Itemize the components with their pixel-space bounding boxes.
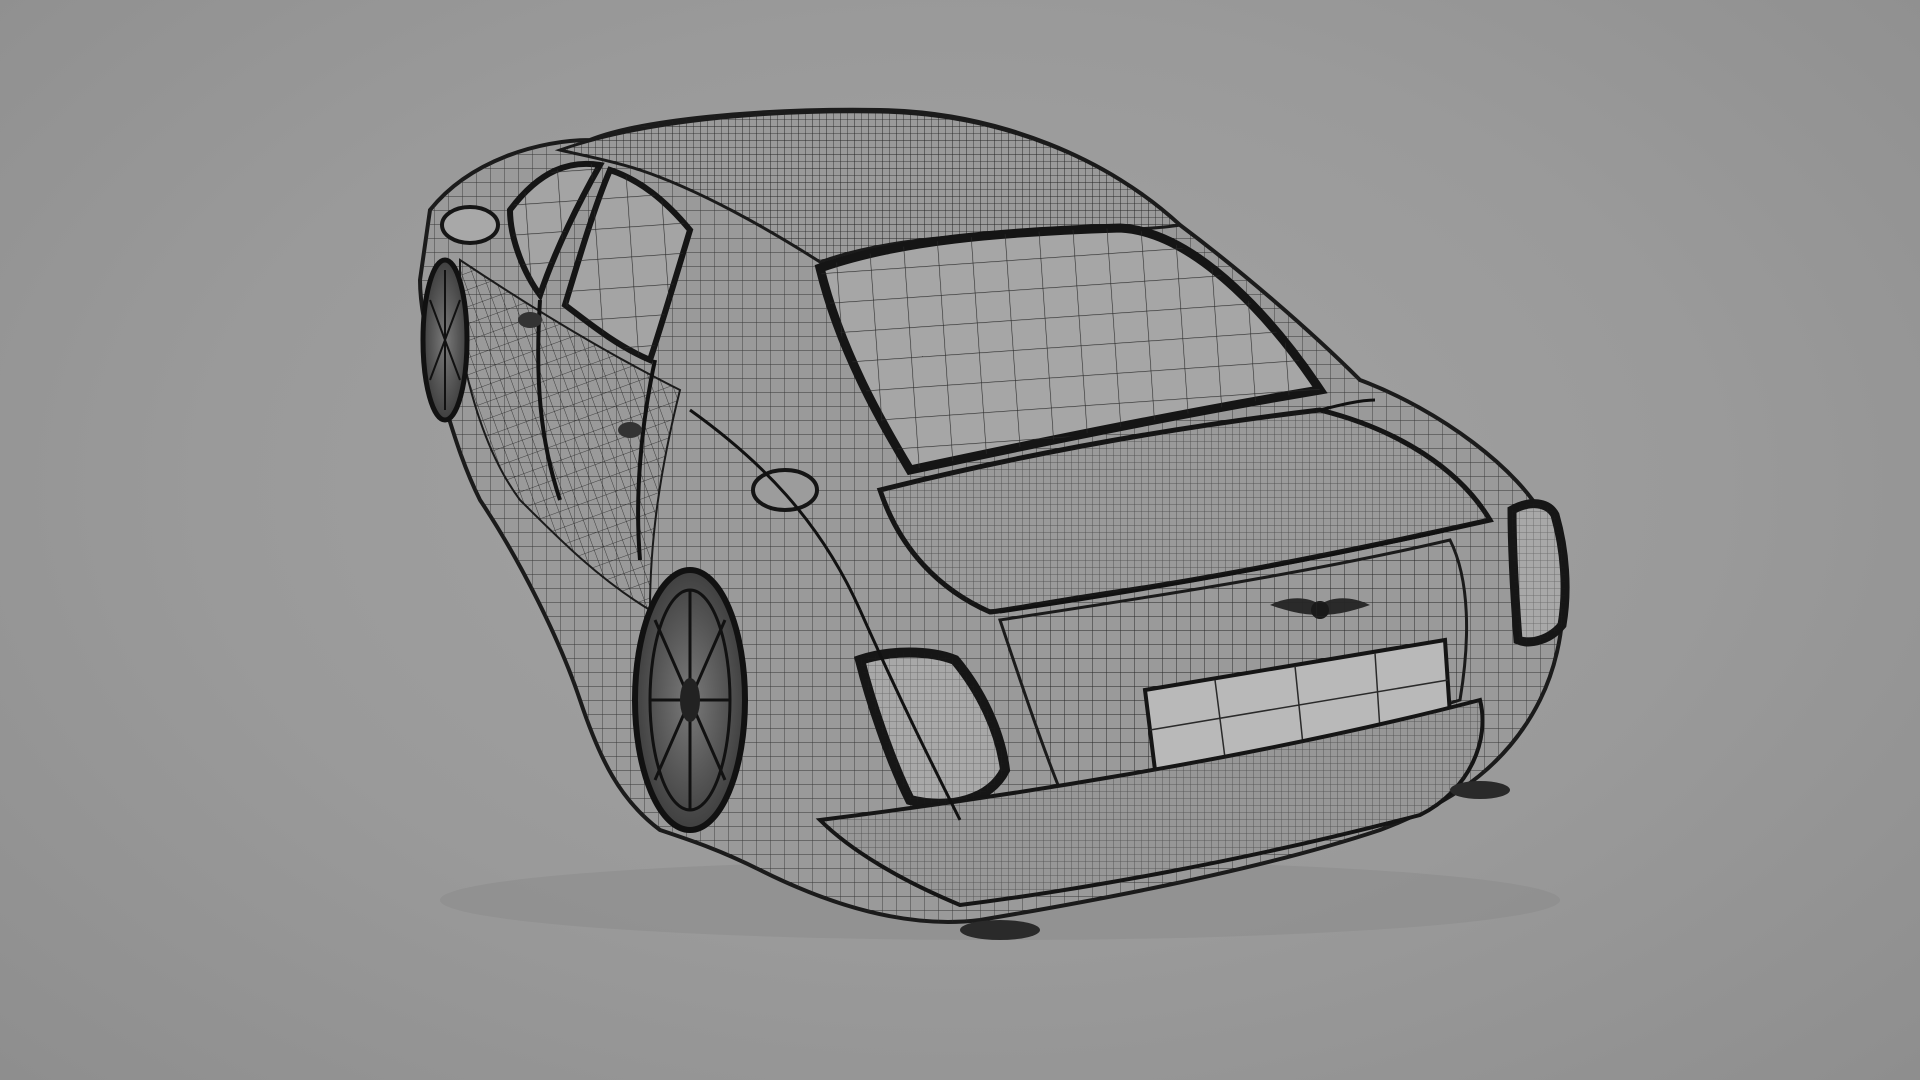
rear-wheel [632, 567, 748, 833]
render-viewport [0, 0, 1920, 1080]
door-handle-rear [618, 422, 642, 438]
exhaust-left [960, 920, 1040, 940]
car-wireframe-render [417, 107, 1570, 940]
door-handle [518, 312, 542, 328]
side-mirror [440, 205, 500, 245]
fuel-cap [751, 468, 819, 512]
tail-light-right [1507, 499, 1570, 647]
front-wheel [420, 257, 470, 423]
exhaust-right [1450, 781, 1510, 799]
